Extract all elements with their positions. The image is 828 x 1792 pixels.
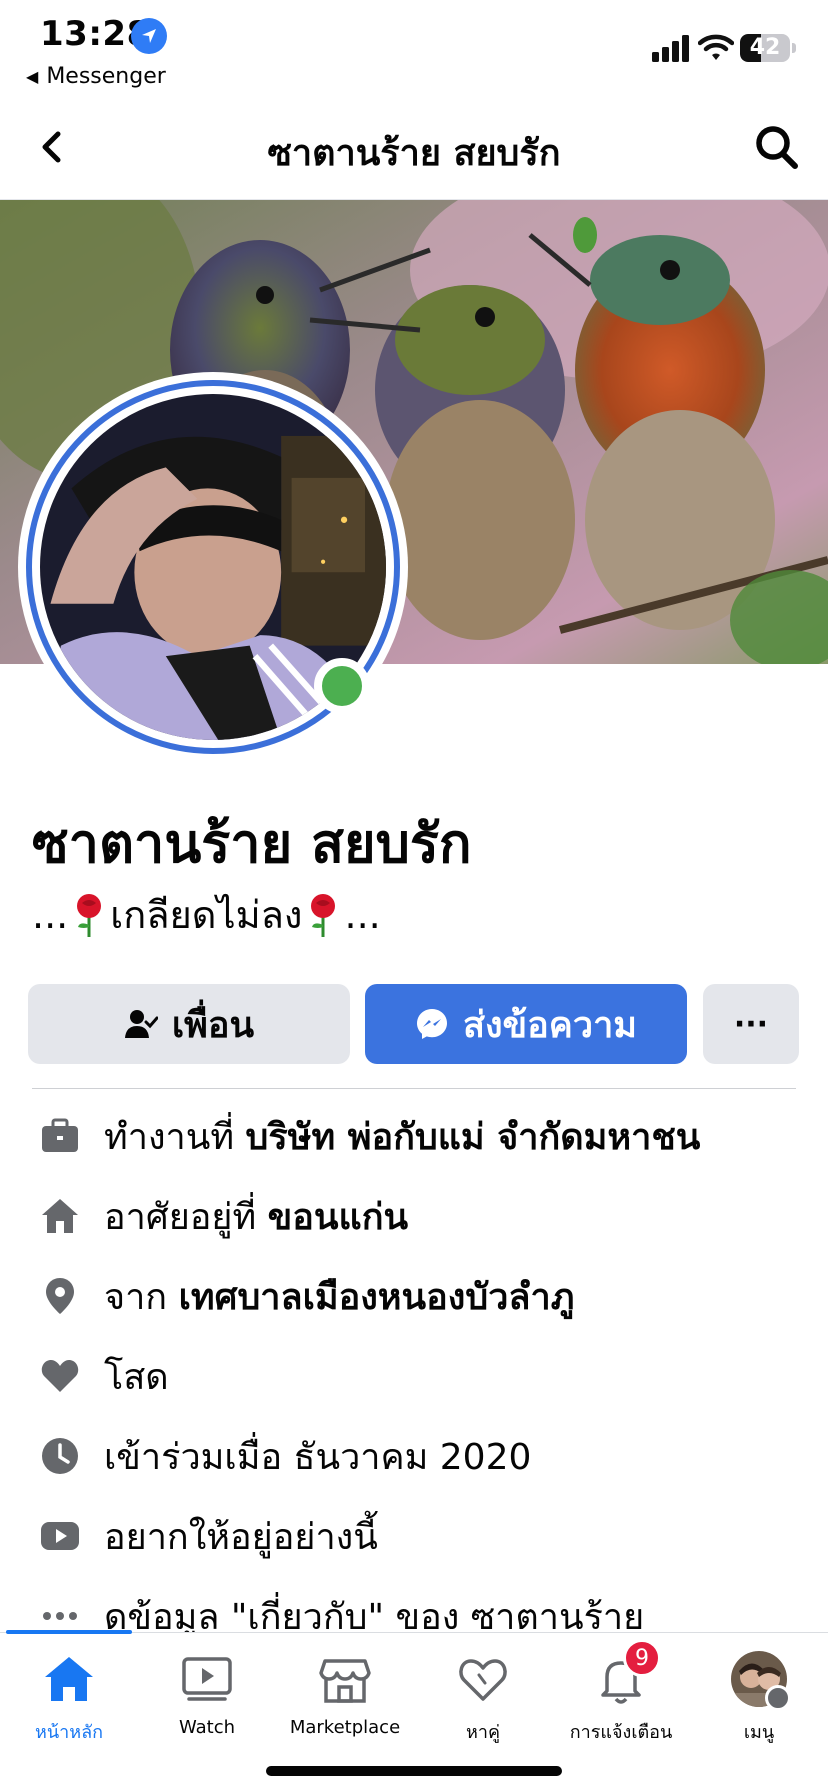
home-icon (41, 1651, 97, 1707)
bio-text: เกลียดไม่ลง (110, 893, 303, 937)
tab-dating[interactable]: หาคู่ (414, 1651, 552, 1751)
send-message-button[interactable]: ส่งข้อความ (365, 984, 687, 1064)
bio-prefix: ... (32, 892, 69, 937)
info-from-text: จาก เทศบาลเมืองหนองบัวลำภู (104, 1268, 574, 1325)
home-icon (38, 1194, 82, 1238)
tab-notifications[interactable]: 9 การแจ้งเตือน (552, 1639, 690, 1751)
briefcase-icon (38, 1114, 82, 1158)
search-icon[interactable] (752, 120, 802, 174)
tab-marketplace[interactable]: Marketplace (276, 1651, 414, 1751)
info-joined: เข้าร่วมเมื่อ ธันวาคม 2020 (0, 1416, 828, 1496)
profile-avatar[interactable] (18, 372, 424, 762)
info-work-value[interactable]: บริษัท พ่อกับแม่ จำกัดมหาชน (246, 1117, 701, 1158)
tab-notifications-label: การแจ้งเตือน (569, 1722, 673, 1743)
info-video[interactable]: อยากให้อยู่อย่างนี้ (0, 1496, 828, 1576)
info-from-prefix: จาก (104, 1276, 179, 1318)
info-relationship-text: โสด (104, 1356, 169, 1398)
battery-percent: 42 (749, 35, 781, 60)
bell-icon: 9 (593, 1639, 661, 1707)
cellular-signal-icon (652, 35, 689, 62)
watch-video-icon (179, 1651, 235, 1707)
info-relationship: โสด (0, 1336, 828, 1416)
location-arrow-icon (131, 18, 167, 54)
notification-badge: 9 (623, 1639, 661, 1677)
video-play-icon (38, 1514, 82, 1558)
friends-button[interactable]: เพื่อน (28, 984, 350, 1064)
info-lives: อาศัยอยู่ที่ ขอนแก่น (0, 1176, 828, 1256)
wifi-icon (698, 34, 734, 60)
back-to-app-link[interactable]: ◀ Messenger (26, 64, 166, 89)
info-work-prefix: ทำงานที่ (104, 1116, 246, 1158)
profile-name: ซาตานร้าย สยบรัก (32, 812, 472, 875)
status-bar: 13:28 ◀ Messenger 42 (0, 0, 828, 96)
active-tab-indicator (6, 1630, 132, 1634)
location-pin-icon (38, 1274, 82, 1318)
bio-suffix: ... (344, 892, 381, 937)
back-app-label: Messenger (46, 64, 166, 89)
back-triangle-icon: ◀ (26, 67, 39, 86)
info-joined-text: เข้าร่วมเมื่อ ธันวาคม 2020 (104, 1436, 532, 1478)
messenger-icon (416, 1009, 447, 1039)
friends-button-label: เพื่อน (171, 1004, 255, 1046)
friend-check-icon (124, 1010, 158, 1038)
info-video-text[interactable]: อยากให้อยู่อย่างนี้ (104, 1508, 378, 1565)
info-work: ทำงานที่ บริษัท พ่อกับแม่ จำกัดมหาชน (0, 1096, 828, 1176)
section-divider (32, 1088, 796, 1089)
dating-heart-icon (455, 1651, 511, 1707)
clock-icon (38, 1434, 82, 1478)
heart-icon (38, 1354, 82, 1398)
tab-watch-label: Watch (178, 1717, 236, 1738)
tab-home[interactable]: หน้าหลัก (0, 1651, 138, 1751)
tab-menu-label: เมนู (743, 1722, 775, 1743)
profile-bio: ... เกลียดไม่ลง ... (32, 884, 381, 945)
info-from-value[interactable]: เทศบาลเมืองหนองบัวลำภู (179, 1277, 575, 1318)
tab-marketplace-label: Marketplace (289, 1717, 401, 1738)
info-from: จาก เทศบาลเมืองหนองบัวลำภู (0, 1256, 828, 1336)
profile-header: ซาตานร้าย สยบรัก (0, 96, 828, 200)
menu-avatar-icon (731, 1651, 791, 1711)
battery-tip (792, 43, 796, 53)
tab-dating-label: หาคู่ (465, 1722, 500, 1743)
info-lives-text: อาศัยอยู่ที่ ขอนแก่น (104, 1188, 408, 1245)
marketplace-shop-icon (317, 1651, 373, 1707)
chevron-left-icon[interactable] (28, 122, 78, 172)
battery-icon: 42 (740, 34, 790, 62)
menu-lines-icon (765, 1685, 791, 1711)
more-options-button[interactable]: ··· (703, 984, 799, 1064)
send-message-label: ส่งข้อความ (462, 1004, 638, 1046)
online-status-dot (314, 658, 370, 714)
info-work-text: ทำงานที่ บริษัท พ่อกับแม่ จำกัดมหาชน (104, 1108, 700, 1165)
home-indicator (266, 1766, 562, 1776)
info-lives-prefix: อาศัยอยู่ที่ (104, 1196, 268, 1238)
tab-watch[interactable]: Watch (138, 1651, 276, 1751)
more-dots-icon: ··· (733, 1006, 769, 1042)
header-title: ซาตานร้าย สยบรัก (267, 133, 561, 174)
rose-emoji-icon (77, 893, 102, 937)
info-lives-value[interactable]: ขอนแก่น (268, 1197, 408, 1238)
tab-menu[interactable]: เมนู (690, 1651, 828, 1751)
tab-home-label: หน้าหลัก (34, 1722, 104, 1743)
rose-emoji-icon (311, 893, 336, 937)
